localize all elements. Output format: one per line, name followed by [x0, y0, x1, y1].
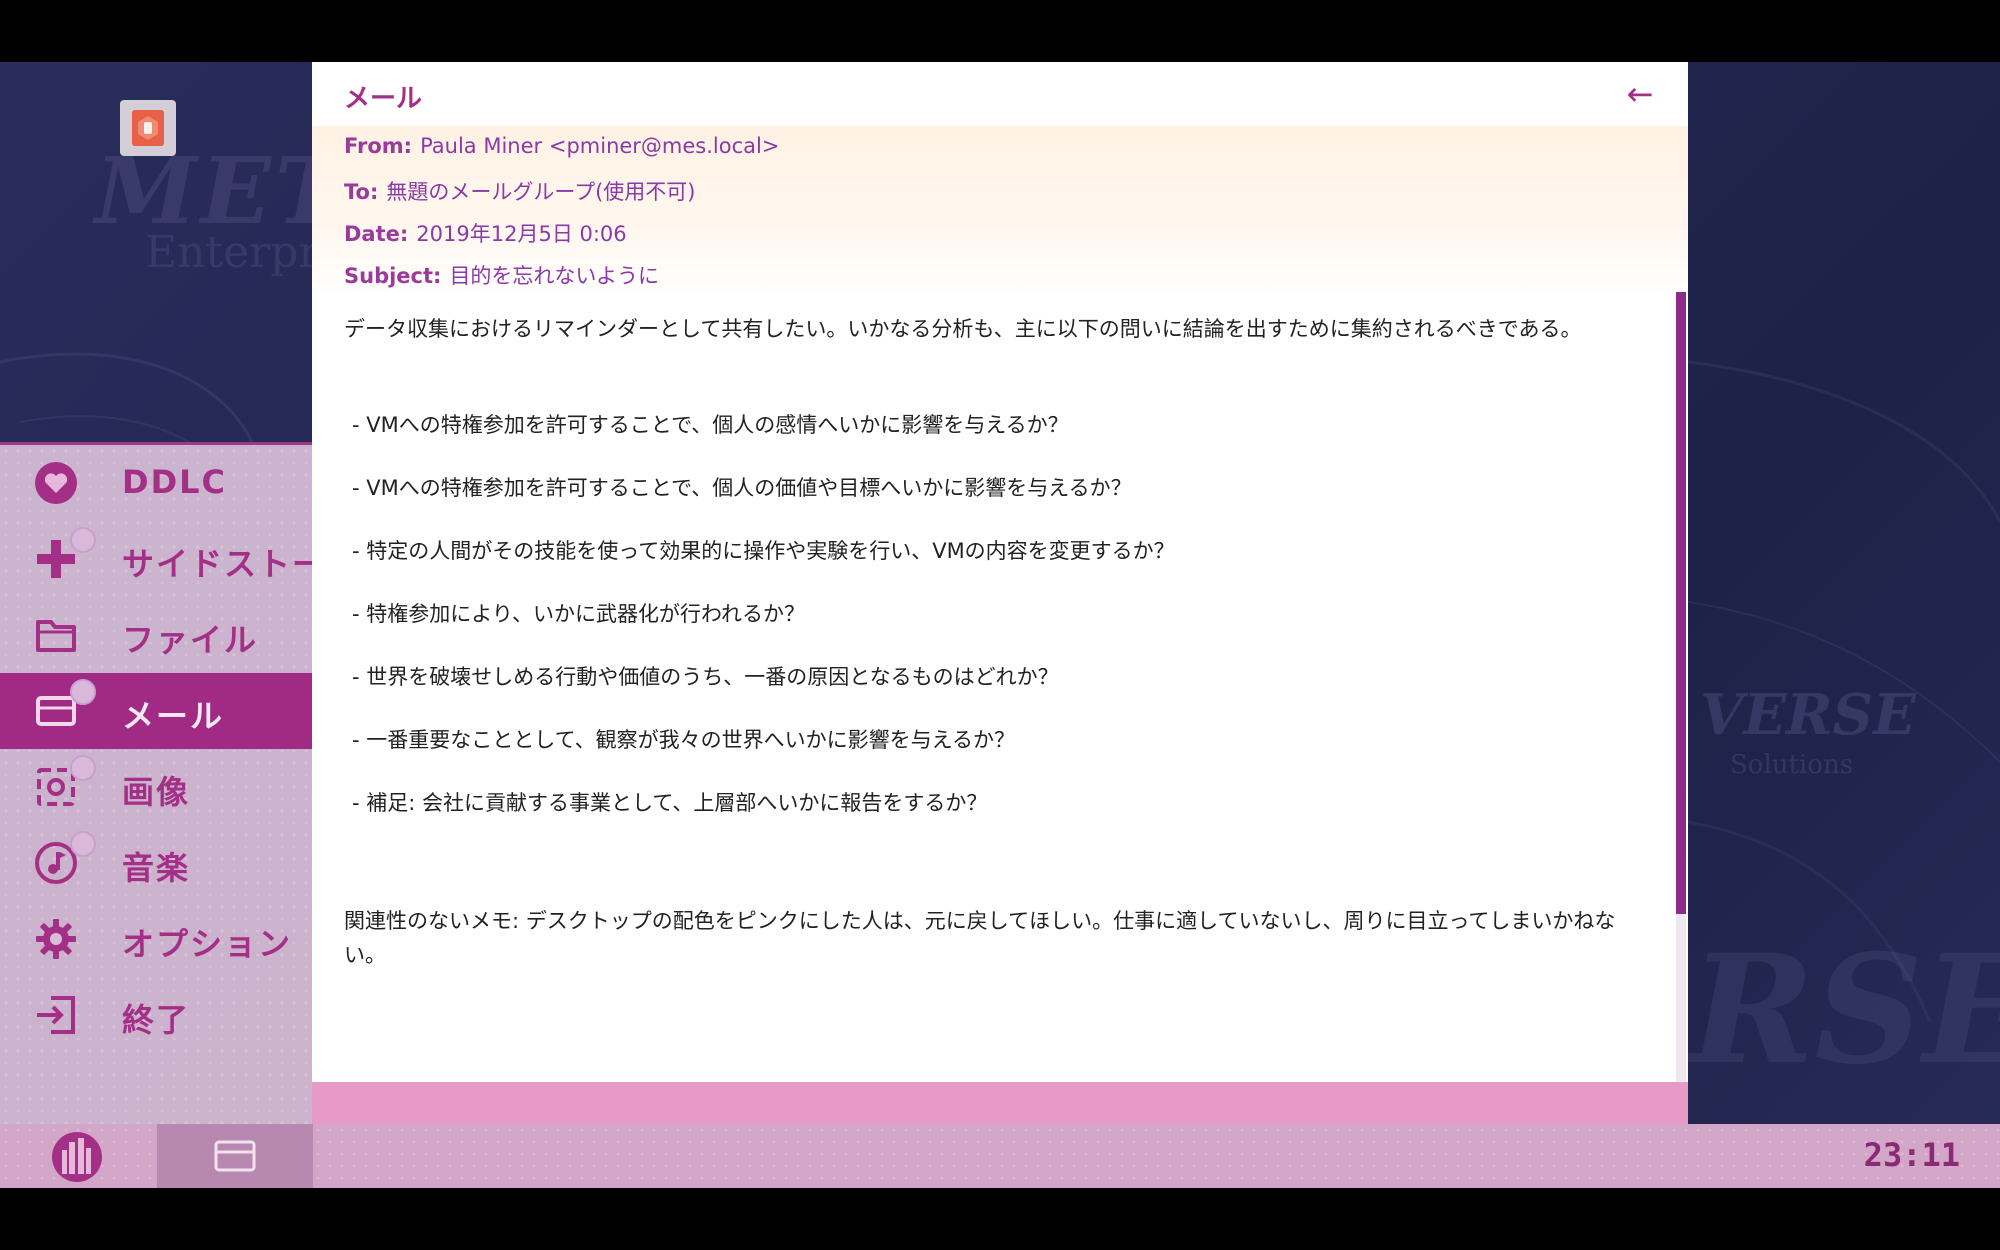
- question-item: - 特定の人間がその技能を使って効果的に操作や実験を行い、VMの内容を変更するか…: [352, 539, 1175, 563]
- question-item: - VMへの特権参加を許可することで、個人の感情へいかに影響を与えるか？: [352, 413, 1069, 437]
- question-item: - 補足: 会社に貢献する事業として、上層部へいかに報告をするか？: [352, 791, 988, 815]
- from-value: Paula Miner <pminer@mes.local>: [420, 134, 780, 158]
- from-row: From: Paula Miner <pminer@mes.local>: [344, 134, 779, 158]
- sidebar-item-side-story[interactable]: サイドストーリー: [0, 521, 312, 597]
- back-button[interactable]: ←: [1616, 70, 1664, 118]
- gear-icon: [32, 917, 80, 961]
- question-item: - 世界を破壊せしめる行動や価値のうち、一番の原因となるものはどれか？: [352, 665, 1059, 689]
- notification-dot: [70, 679, 96, 705]
- letterbox-bottom: [0, 1188, 2000, 1250]
- subject-key: Subject:: [344, 264, 442, 288]
- subject-value: 目的を忘れないように: [449, 264, 660, 288]
- app-document-icon: [132, 110, 164, 146]
- sidebar-item-files[interactable]: ファイル: [0, 597, 312, 673]
- mail-window: メール ← From: Paula Miner <pminer@mes.local…: [312, 62, 1688, 1124]
- start-menu-sidebar: DDLC サイドストーリー ファイル メール 画像 音楽: [0, 442, 312, 1126]
- sidebar-item-label: メール: [122, 697, 225, 735]
- taskbar-mail-button[interactable]: [157, 1124, 313, 1188]
- sidebar-item-label: オプション: [122, 925, 293, 963]
- exit-icon: [32, 993, 80, 1037]
- building-logo-icon: [62, 1138, 91, 1174]
- sidebar-item-images[interactable]: 画像: [0, 749, 312, 825]
- email-header: From: Paula Miner <pminer@mes.local> To: 無…: [312, 126, 1688, 296]
- sidebar-item-label: 画像: [122, 773, 191, 811]
- window-title: メール: [344, 84, 423, 114]
- taskbar: 23:11: [0, 1124, 2000, 1188]
- sidebar-item-mail[interactable]: メール: [0, 673, 312, 749]
- start-button[interactable]: [52, 1132, 102, 1182]
- heart-icon: [32, 461, 80, 505]
- sidebar-item-ddlc[interactable]: DDLC: [0, 445, 312, 521]
- watermark-right-huge: RSE: [1690, 922, 2000, 1098]
- sidebar-item-label: 音楽: [122, 849, 191, 887]
- letterbox-top: [0, 0, 2000, 62]
- scrollbar-thumb[interactable]: [1676, 292, 1686, 914]
- date-row: Date: 2019年12月5日 0:06: [344, 218, 627, 248]
- folder-icon: [32, 613, 80, 657]
- scrollbar[interactable]: [1676, 292, 1686, 1082]
- date-key: Date:: [344, 222, 409, 246]
- sidebar-item-exit[interactable]: 終了: [0, 977, 312, 1053]
- date-value: 2019年12月5日 0:06: [416, 222, 627, 246]
- from-key: From:: [344, 134, 413, 158]
- sidebar-item-music[interactable]: 音楽: [0, 825, 312, 901]
- sidebar-item-label: サイドストーリー: [122, 545, 312, 583]
- question-item: - 一番重要なこととして、観察が我々の世界へいかに影響を与えるか？: [352, 728, 1015, 752]
- window-titlebar: メール ←: [312, 62, 1688, 126]
- notification-dot: [70, 527, 96, 553]
- to-value: 無題のメールグループ(使用不可): [386, 180, 696, 204]
- question-item: - 特権参加により、いかに武器化が行われるか？: [352, 602, 805, 626]
- to-key: To:: [344, 180, 379, 204]
- notification-dot: [70, 831, 96, 857]
- notification-dot: [70, 755, 96, 781]
- watermark-right-sub: Solutions: [1730, 750, 1854, 780]
- question-item: - VMへの特権参加を許可することで、個人の価値や目標へいかに影響を与えるか？: [352, 476, 1132, 500]
- intro-paragraph: データ収集におけるリマインダーとして共有したい。いかなる分析も、主に以下の問いに…: [344, 317, 1582, 341]
- desktop-app-shortcut[interactable]: [120, 100, 176, 156]
- watermark-left-sub: Enterpr: [145, 227, 320, 278]
- taskbar-clock: 23:11: [1863, 1136, 1960, 1174]
- sidebar-item-label: 終了: [122, 1001, 191, 1039]
- mail-icon: [214, 1140, 256, 1172]
- to-row: To: 無題のメールグループ(使用不可): [344, 176, 696, 206]
- sidebar-item-label: ファイル: [122, 621, 259, 659]
- sidebar-item-options[interactable]: オプション: [0, 901, 312, 977]
- note-paragraph: 関連性のないメモ: デスクトップの配色をピンクにした人は、元に戻してほしい。仕事…: [344, 909, 1616, 967]
- window-footer: [312, 1082, 1688, 1124]
- watermark-right: VERSE: [1700, 682, 1916, 748]
- sidebar-item-label: DDLC: [122, 463, 227, 501]
- subject-row: Subject: 目的を忘れないように: [344, 260, 659, 290]
